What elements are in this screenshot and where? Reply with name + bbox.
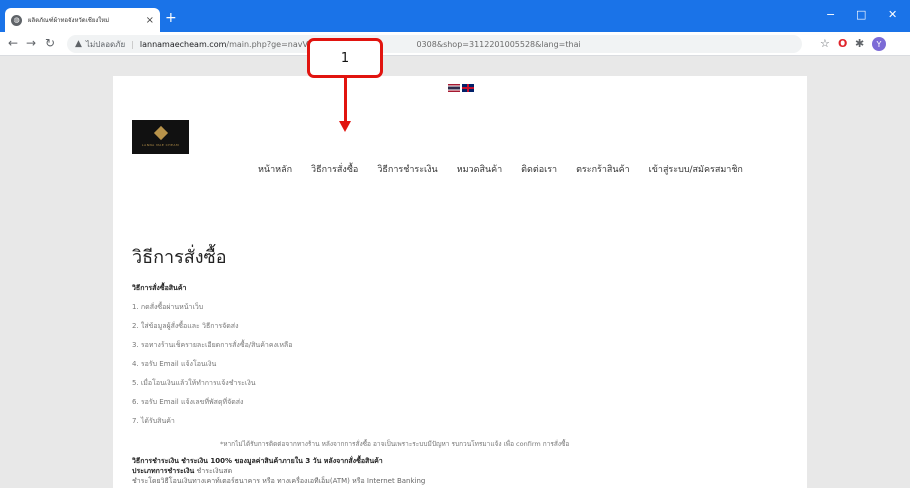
uk-flag-icon[interactable] <box>462 84 474 92</box>
payment-type-label: ประเภทการชำระเงิน <box>132 467 195 475</box>
url-path-end: 0308&shop=3112201005528&lang=thai <box>416 39 581 49</box>
section-heading: วิธีการสั่งซื้อสินค้า <box>132 284 187 292</box>
contact-note: *หากไม่ได้รับการติดต่อจากทางร้าน หลังจาก… <box>220 440 570 448</box>
globe-icon: ◍ <box>11 14 22 26</box>
forward-arrow-icon[interactable]: → <box>26 36 36 50</box>
web-page: LANNA MAE CHEAM หน้าหลัก วิธีการสั่งซื้อ… <box>0 56 910 488</box>
menu-item-login[interactable]: เข้าสู่ระบบ/สมัครสมาชิก <box>649 162 743 176</box>
payment-channels-text: ชำระโดยวิธีโอนเงินทางเคาท์เตอร์ธนาคาร หร… <box>132 477 426 485</box>
browser-tab[interactable]: ◍ ผลิตภัณฑ์ผ้าทอจังหวัดเชียงใหม่ × <box>5 8 160 32</box>
back-arrow-icon[interactable]: ← <box>8 36 18 50</box>
payment-text: ชำระเงิน 100% ของมูลค่าสินค้าภายใน 3 วัน… <box>181 457 383 465</box>
language-flags <box>448 84 474 92</box>
main-menu: หน้าหลัก วิธีการสั่งซื้อ วิธีการชำระเงิน… <box>258 162 762 176</box>
close-window-button[interactable]: ✕ <box>888 8 897 21</box>
main-content: วิธีการสั่งซื้อ วิธีการสั่งซื้อสินค้า 1.… <box>132 242 792 486</box>
annotation-arrow-line <box>344 78 347 124</box>
address-bar[interactable]: ▲ ไม่ปลอดภัย | lannamaecheam.com /main.p… <box>67 35 802 53</box>
order-step: 1. กดสั่งซื้อผ่านหน้าเว็บ <box>132 303 204 311</box>
insecure-label: ไม่ปลอดภัย <box>85 39 126 49</box>
menu-item-payment[interactable]: วิธีการชำระเงิน <box>377 162 437 176</box>
tab-title: ผลิตภัณฑ์ผ้าทอจังหวัดเชียงใหม่ <box>28 17 110 24</box>
tab-close-icon[interactable]: × <box>146 15 154 26</box>
maximize-button[interactable]: □ <box>856 8 866 21</box>
payment-type-value: ชำระเงินสด <box>196 467 233 475</box>
payment-channels: ชำระโดยวิธีโอนเงินทางเคาท์เตอร์ธนาคาร หร… <box>132 476 792 486</box>
warning-icon: ▲ <box>75 39 82 49</box>
order-step: 7. ได้รับสินค้า <box>132 417 175 425</box>
payment-row: วิธีการชำระเงิน ชำระเงิน 100% ของมูลค่าส… <box>132 456 792 466</box>
page-panel: LANNA MAE CHEAM หน้าหลัก วิธีการสั่งซื้อ… <box>113 76 807 488</box>
reload-icon[interactable]: ↻ <box>45 36 55 50</box>
annotation-label: 1 <box>340 50 350 66</box>
annotation-callout: 1 <box>307 38 383 78</box>
menu-item-home[interactable]: หน้าหลัก <box>258 162 292 176</box>
menu-item-cart[interactable]: ตระกร้าสินค้า <box>576 162 630 176</box>
menu-item-categories[interactable]: หมวดสินค้า <box>457 162 502 176</box>
address-separator: | <box>131 39 134 49</box>
thai-flag-icon[interactable] <box>448 84 460 92</box>
order-step: 6. รอรับ Email แจ้งเลขที่พัสดุที่จัดส่ง <box>132 398 244 406</box>
annotation-arrow-head-icon <box>339 121 351 132</box>
star-icon[interactable]: ☆ <box>820 37 830 50</box>
order-step: 2. ใส่ข้อมูลผู้สั่งซื้อและ วิธีการจัดส่ง <box>132 322 239 330</box>
logo-text: LANNA MAE CHEAM <box>141 142 180 147</box>
url-domain: lannamaecheam.com <box>139 39 227 49</box>
order-step: 3. รอทางร้านเช็ครายละเอียดการสั่งซื้อ/สิ… <box>132 341 293 349</box>
opera-icon[interactable]: O <box>838 37 847 50</box>
minimize-button[interactable]: − <box>826 8 835 21</box>
page-title: วิธีการสั่งซื้อ <box>132 247 227 268</box>
extensions-icon[interactable]: ✱ <box>855 37 864 50</box>
order-step: 4. รอรับ Email แจ้งโอนเงิน <box>132 360 217 368</box>
menu-item-how-to-order[interactable]: วิธีการสั่งซื้อ <box>311 162 358 176</box>
browser-toolbar: ← → ↻ ▲ ไม่ปลอดภัย | lannamaecheam.com /… <box>0 32 910 56</box>
browser-tab-bar: ◍ ผลิตภัณฑ์ผ้าทอจังหวัดเชียงใหม่ × + − □… <box>0 0 910 32</box>
new-tab-button[interactable]: + <box>165 10 177 26</box>
payment-type-row: ประเภทการชำระเงิน ชำระเงินสด <box>132 466 792 476</box>
order-step: 5. เมื่อโอนเงินแล้วให้ทำการแจ้งชำระเงิน <box>132 379 256 387</box>
menu-item-contact[interactable]: ติดต่อเรา <box>521 162 557 176</box>
profile-avatar-icon[interactable]: Y <box>872 37 886 51</box>
logo-mark-icon <box>153 125 168 140</box>
payment-label: วิธีการชำระเงิน <box>132 457 179 465</box>
site-logo[interactable]: LANNA MAE CHEAM <box>132 120 189 154</box>
